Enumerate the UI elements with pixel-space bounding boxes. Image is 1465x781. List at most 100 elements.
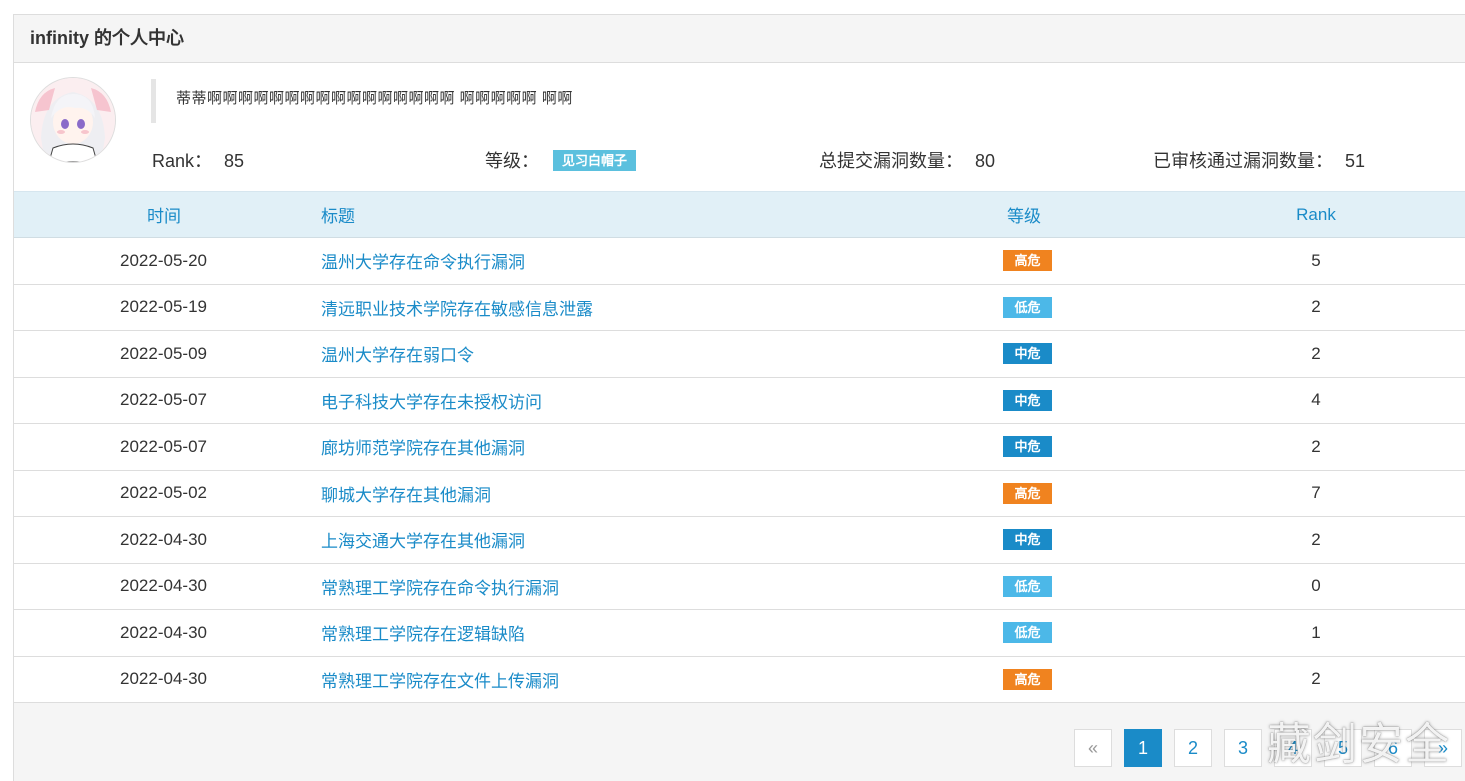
row-title-link[interactable]: 聊城大学存在其他漏洞 xyxy=(321,486,491,505)
table-row: 2022-04-30 常熟理工学院存在文件上传漏洞 高危 2 xyxy=(14,656,1465,703)
page-button-6[interactable]: 6 xyxy=(1374,729,1412,767)
approved-label: 已审核通过漏洞数量： xyxy=(1153,151,1333,171)
page-button-3[interactable]: 3 xyxy=(1224,729,1262,767)
severity-badge: 低危 xyxy=(1003,575,1052,597)
panel-title: infinity 的个人中心 xyxy=(14,15,1465,63)
row-time: 2022-05-07 xyxy=(120,436,207,456)
rank-value: 85 xyxy=(224,151,245,171)
row-level-cell: 高危 xyxy=(1003,656,1229,703)
header-level: 等级 xyxy=(1007,191,1229,238)
vulnerability-table: 时间 标题 等级 Rank 2022-05-20 温州大学存在命令执行漏洞 高危 5 2… xyxy=(14,191,1465,703)
row-level-cell: 中危 xyxy=(1003,424,1229,471)
row-rank: 2 xyxy=(1311,669,1321,689)
row-level-cell: 高危 xyxy=(1003,470,1229,517)
level-badge: 见习白帽子 xyxy=(553,150,637,171)
level-label: 等级： xyxy=(485,151,539,171)
row-title-cell: 清远职业技术学院存在敏感信息泄露 xyxy=(313,284,1009,331)
row-time: 2022-04-30 xyxy=(120,529,207,549)
page-button-1[interactable]: 1 xyxy=(1124,729,1162,767)
severity-badge: 中危 xyxy=(1003,529,1052,551)
severity-badge: 中危 xyxy=(1003,389,1052,411)
submitted-value: 80 xyxy=(975,151,996,171)
row-level-cell: 中危 xyxy=(1003,377,1229,424)
row-title-link[interactable]: 清远职业技术学院存在敏感信息泄露 xyxy=(321,300,593,319)
severity-badge: 高危 xyxy=(1003,668,1052,690)
row-level-cell: 低危 xyxy=(1003,610,1229,657)
row-time: 2022-04-30 xyxy=(120,576,207,596)
table-row: 2022-05-20 温州大学存在命令执行漏洞 高危 5 xyxy=(14,238,1465,285)
table-row: 2022-05-09 温州大学存在弱口令 中危 2 xyxy=(14,331,1465,378)
row-rank: 5 xyxy=(1311,250,1321,270)
avatar xyxy=(30,77,116,163)
table-row: 2022-05-19 清远职业技术学院存在敏感信息泄露 低危 2 xyxy=(14,284,1465,331)
row-title-link[interactable]: 常熟理工学院存在文件上传漏洞 xyxy=(321,672,559,691)
row-title-cell: 聊城大学存在其他漏洞 xyxy=(313,470,1009,517)
row-rank: 1 xyxy=(1311,622,1321,642)
row-rank: 2 xyxy=(1311,297,1321,317)
approved-stat: 已审核通过漏洞数量： 51 xyxy=(1153,147,1365,173)
row-level-cell: 中危 xyxy=(1003,517,1229,564)
row-time: 2022-05-07 xyxy=(120,390,207,410)
row-title-link[interactable]: 廊坊师范学院存在其他漏洞 xyxy=(321,439,525,458)
level-stat: 等级： 见习白帽子 xyxy=(485,147,637,173)
row-title-cell: 常熟理工学院存在命令执行漏洞 xyxy=(313,563,1009,610)
table-row: 2022-04-30 常熟理工学院存在逻辑缺陷 低危 1 xyxy=(14,610,1465,657)
row-level-cell: 低危 xyxy=(1003,563,1229,610)
header-title: 标题 xyxy=(313,191,1009,238)
approved-value: 51 xyxy=(1345,151,1366,171)
page-button-2[interactable]: 2 xyxy=(1174,729,1212,767)
severity-badge: 高危 xyxy=(1003,250,1052,272)
next-page-button[interactable]: » xyxy=(1424,729,1462,767)
row-time: 2022-05-02 xyxy=(120,483,207,503)
pagination: « 1 2 3 4 5 6 » xyxy=(1074,729,1465,767)
row-title-cell: 上海交通大学存在其他漏洞 xyxy=(313,517,1009,564)
table-row: 2022-04-30 上海交通大学存在其他漏洞 中危 2 xyxy=(14,517,1465,564)
rank-label: Rank： xyxy=(152,151,213,171)
row-rank: 4 xyxy=(1311,390,1321,410)
row-title-link[interactable]: 温州大学存在弱口令 xyxy=(321,346,474,365)
severity-badge: 低危 xyxy=(1003,296,1052,318)
row-rank: 2 xyxy=(1311,529,1321,549)
header-time: 时间 xyxy=(14,191,313,238)
page-button-4[interactable]: 4 xyxy=(1274,729,1312,767)
row-title-link[interactable]: 常熟理工学院存在逻辑缺陷 xyxy=(321,625,525,644)
submitted-label: 总提交漏洞数量： xyxy=(819,151,963,171)
severity-badge: 高危 xyxy=(1003,482,1052,504)
row-time: 2022-05-19 xyxy=(120,297,207,317)
row-time: 2022-04-30 xyxy=(120,669,207,689)
row-time: 2022-04-30 xyxy=(120,622,207,642)
row-title-cell: 常熟理工学院存在文件上传漏洞 xyxy=(313,656,1009,703)
row-title-link[interactable]: 常熟理工学院存在命令执行漏洞 xyxy=(321,579,559,598)
row-time: 2022-05-09 xyxy=(120,343,207,363)
row-title-cell: 常熟理工学院存在逻辑缺陷 xyxy=(313,610,1009,657)
row-level-cell: 低危 xyxy=(1003,284,1229,331)
profile-summary: 蒂蒂啊啊啊啊啊啊啊啊啊啊啊啊啊啊啊啊 啊啊啊啊啊 啊啊 Rank： 85 等级： 见… xyxy=(14,63,1465,191)
table-row: 2022-05-02 聊城大学存在其他漏洞 高危 7 xyxy=(14,470,1465,517)
row-title-link[interactable]: 上海交通大学存在其他漏洞 xyxy=(321,532,525,551)
table-row: 2022-05-07 廊坊师范学院存在其他漏洞 中危 2 xyxy=(14,424,1465,471)
rank-stat: Rank： 85 xyxy=(152,147,244,173)
table-header-row: 时间 标题 等级 Rank xyxy=(14,191,1465,238)
row-title-cell: 温州大学存在弱口令 xyxy=(313,331,1009,378)
severity-badge: 中危 xyxy=(1003,343,1052,365)
row-level-cell: 高危 xyxy=(1003,238,1229,285)
table-row: 2022-04-30 常熟理工学院存在命令执行漏洞 低危 0 xyxy=(14,563,1465,610)
row-title-link[interactable]: 温州大学存在命令执行漏洞 xyxy=(321,253,525,272)
row-title-link[interactable]: 电子科技大学存在未授权访问 xyxy=(321,393,542,412)
row-title-cell: 电子科技大学存在未授权访问 xyxy=(313,377,1009,424)
row-rank: 2 xyxy=(1311,436,1321,456)
row-level-cell: 中危 xyxy=(1003,331,1229,378)
severity-badge: 中危 xyxy=(1003,436,1052,458)
row-title-cell: 温州大学存在命令执行漏洞 xyxy=(313,238,1009,285)
row-title-cell: 廊坊师范学院存在其他漏洞 xyxy=(313,424,1009,471)
table-row: 2022-05-07 电子科技大学存在未授权访问 中危 4 xyxy=(14,377,1465,424)
avatar-image xyxy=(31,78,115,162)
prev-page-button[interactable]: « xyxy=(1074,729,1112,767)
severity-badge: 低危 xyxy=(1003,622,1052,644)
row-rank: 2 xyxy=(1311,343,1321,363)
row-time: 2022-05-20 xyxy=(120,250,207,270)
profile-panel: infinity 的个人中心 蒂蒂啊啊啊啊啊啊啊啊啊啊啊啊啊啊啊啊 啊啊啊啊啊 … xyxy=(13,14,1465,781)
user-motto: 蒂蒂啊啊啊啊啊啊啊啊啊啊啊啊啊啊啊啊 啊啊啊啊啊 啊啊 xyxy=(151,79,573,123)
page-button-5[interactable]: 5 xyxy=(1324,729,1362,767)
row-rank: 0 xyxy=(1311,576,1321,596)
